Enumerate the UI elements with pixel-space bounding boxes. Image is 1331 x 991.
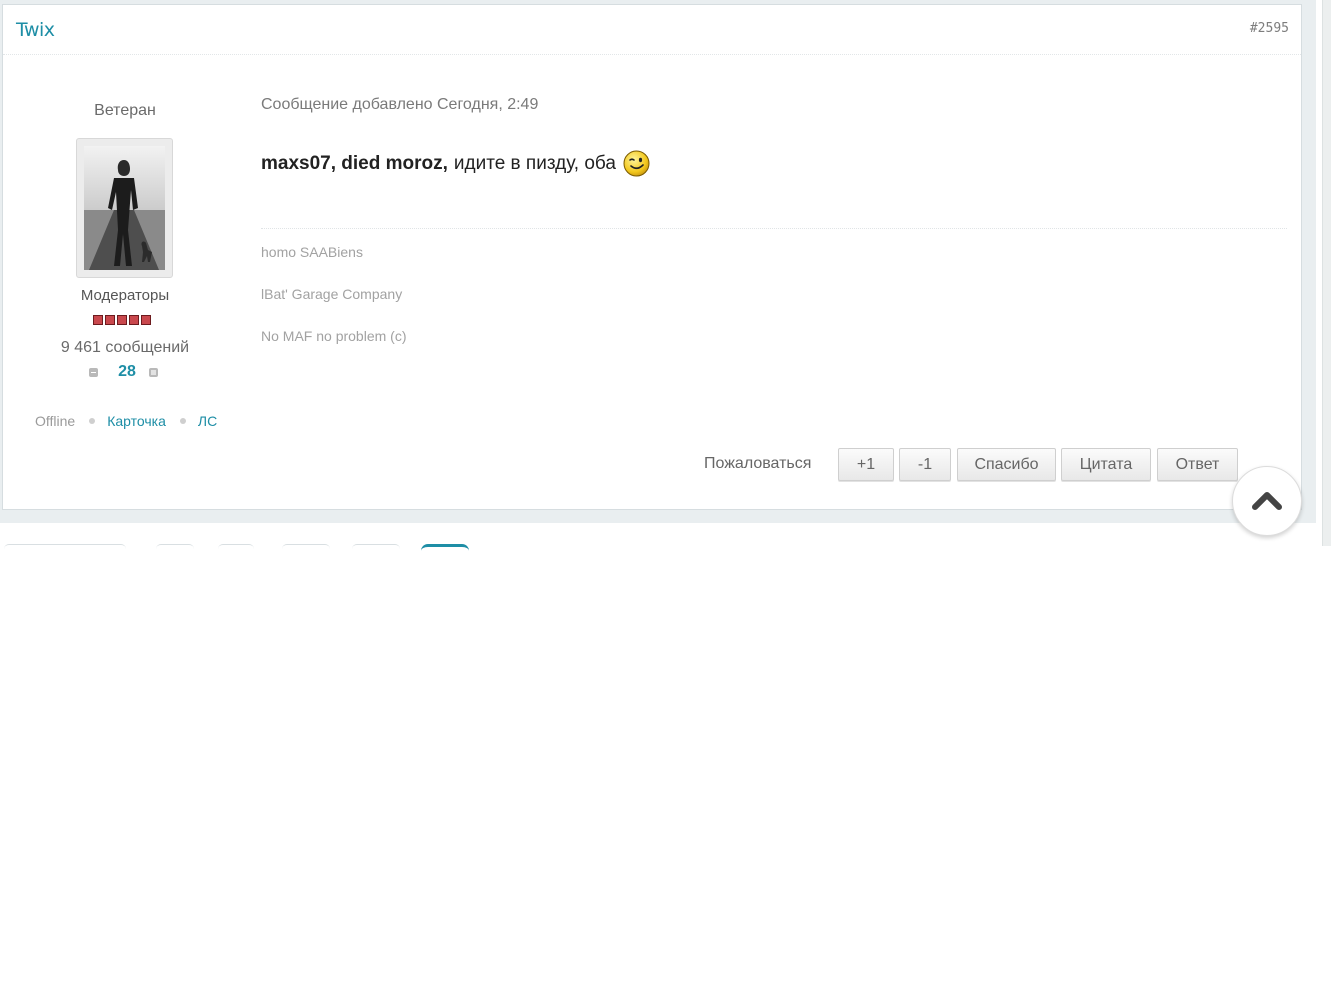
- author-post-count: 9 461 сообщений: [60, 339, 190, 356]
- thanks-button[interactable]: Спасибо: [957, 448, 1056, 481]
- forum-post: Twix #2595 Ветеран Модераторы 9 461 сооб…: [2, 4, 1302, 510]
- post-mentions: maxs07, died moroz,: [261, 152, 448, 174]
- reply-button[interactable]: Ответ: [1157, 448, 1238, 481]
- complain-link[interactable]: Пожаловаться: [704, 455, 811, 473]
- separator-dot-icon: [179, 418, 186, 424]
- signature-line: No MAF no problem (c): [261, 328, 407, 344]
- reputation-widget: 28: [89, 363, 161, 381]
- post-text: идите в пизду, оба: [453, 152, 616, 174]
- rank-pip: [93, 315, 103, 325]
- signature-divider: [261, 228, 1287, 229]
- rank-pip: [117, 315, 127, 325]
- page-scrollbar[interactable]: [1322, 0, 1331, 546]
- post-meta: Сообщение добавлено Сегодня, 2:49: [261, 96, 539, 113]
- avatar-image: [84, 146, 165, 270]
- post-actions: Пожаловаться +1 -1 Спасибо Цитата Ответ: [0, 448, 1298, 482]
- rep-plus-icon[interactable]: [149, 368, 158, 377]
- pagination-item[interactable]: [352, 544, 400, 549]
- pagination-item[interactable]: [4, 544, 126, 549]
- pagination-item[interactable]: [282, 544, 330, 549]
- online-status: Offline: [35, 413, 76, 429]
- pagination-item[interactable]: [156, 544, 194, 549]
- post-number-link[interactable]: #2595: [1250, 21, 1289, 36]
- post-author-name[interactable]: Twix: [16, 19, 55, 41]
- rank-pips: [93, 315, 151, 326]
- private-message-link[interactable]: ЛС: [198, 413, 217, 429]
- reputation-value[interactable]: 28: [113, 363, 141, 381]
- pagination-item[interactable]: [218, 544, 254, 549]
- pagination-item-active[interactable]: [421, 544, 469, 551]
- separator-dot-icon: [89, 418, 96, 424]
- chevron-up-icon: [1252, 492, 1282, 510]
- author-info-panel: Ветеран Модераторы 9 461 сообщений 28 Of…: [3, 54, 247, 509]
- plus-one-button[interactable]: +1: [838, 448, 894, 481]
- author-rank: Ветеран: [94, 102, 156, 119]
- profile-card-link[interactable]: Карточка: [107, 413, 166, 429]
- author-links: Offline Карточка ЛС: [35, 413, 217, 429]
- quote-button[interactable]: Цитата: [1061, 448, 1151, 481]
- minus-one-button[interactable]: -1: [899, 448, 951, 481]
- scroll-to-top-button[interactable]: [1232, 466, 1302, 536]
- post-message: maxs07, died moroz, идите в пизду, оба: [261, 150, 650, 177]
- rep-minus-icon[interactable]: [89, 368, 98, 377]
- rank-pip: [129, 315, 139, 325]
- rank-pip: [141, 315, 151, 325]
- author-group: Модераторы: [80, 287, 170, 304]
- post-header: Twix #2595: [3, 5, 1301, 55]
- avatar[interactable]: [76, 138, 173, 278]
- signature-line: homo SAABiens: [261, 244, 363, 260]
- signature-line: lBat' Garage Company: [261, 286, 403, 302]
- wink-smiley-icon: [623, 150, 650, 177]
- rank-pip: [105, 315, 115, 325]
